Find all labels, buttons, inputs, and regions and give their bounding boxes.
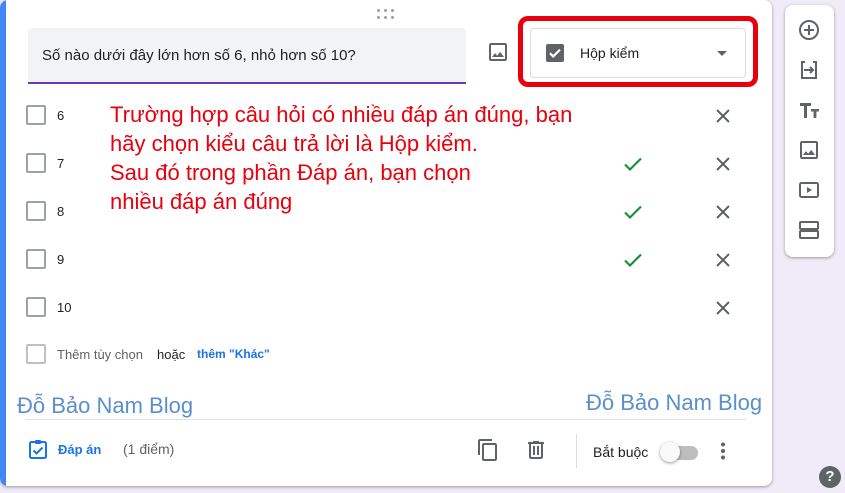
answer-key-button[interactable]: Đáp án <box>58 442 101 457</box>
add-image-icon[interactable] <box>797 138 821 162</box>
option-label[interactable]: 8 <box>57 204 64 219</box>
annotation-line: Trường hợp câu hỏi có nhiều đáp án đúng,… <box>110 102 573 127</box>
add-option-input[interactable]: Thêm tùy chọn <box>57 347 143 362</box>
highlight-box <box>518 16 758 87</box>
option-checkbox <box>26 344 46 364</box>
annotation-line: Sau đó trong phần Đáp án, bạn chọn <box>110 160 471 185</box>
more-vert-icon[interactable] <box>712 440 734 462</box>
footer-vertical-divider <box>576 434 577 468</box>
option-label[interactable]: 6 <box>57 108 64 123</box>
option-checkbox[interactable] <box>26 297 46 317</box>
tutorial-annotation: Trường hợp câu hỏi có nhiều đáp án đúng,… <box>110 100 572 216</box>
watermark-left: Đỗ Bảo Nam Blog <box>17 393 194 418</box>
close-icon[interactable] <box>712 201 734 223</box>
correct-check-icon <box>622 153 644 175</box>
add-image-icon[interactable] <box>486 40 510 64</box>
add-video-icon[interactable] <box>797 178 821 202</box>
option-label[interactable]: 9 <box>57 252 64 267</box>
add-title-icon[interactable] <box>797 98 821 122</box>
option-label[interactable]: 7 <box>57 156 64 171</box>
add-question-icon[interactable] <box>797 18 821 42</box>
duplicate-icon[interactable] <box>476 438 500 462</box>
add-option-row: Thêm tùy chọn hoặc thêm "Khác" <box>26 344 426 366</box>
drag-handle-icon[interactable] <box>377 9 397 21</box>
points-label: (1 điểm) <box>123 441 175 457</box>
question-title-input[interactable]: Số nào dưới đây lớn hơn số 6, nhỏ hơn số… <box>28 28 466 84</box>
delete-icon[interactable] <box>524 438 548 462</box>
add-section-icon[interactable] <box>797 218 821 242</box>
add-other-link[interactable]: thêm "Khác" <box>197 347 270 361</box>
annotation-line: nhiều đáp án đúng <box>110 189 293 214</box>
question-card[interactable]: Số nào dưới đây lớn hơn số 6, nhỏ hơn số… <box>0 0 772 486</box>
correct-check-icon <box>622 249 644 271</box>
side-toolbar <box>785 5 834 257</box>
option-row: 9 <box>26 249 746 271</box>
annotation-line: hãy chọn kiểu câu trả lời là Hộp kiểm. <box>110 131 478 156</box>
option-checkbox[interactable] <box>26 249 46 269</box>
card-active-accent <box>0 0 6 486</box>
correct-check-icon <box>622 201 644 223</box>
footer-divider <box>26 419 746 420</box>
option-checkbox[interactable] <box>26 153 46 173</box>
close-icon[interactable] <box>712 105 734 127</box>
question-title-text[interactable]: Số nào dưới đây lớn hơn số 6, nhỏ hơn số… <box>42 47 356 64</box>
option-checkbox[interactable] <box>26 201 46 221</box>
help-icon[interactable]: ? <box>819 466 841 488</box>
option-row: 10 <box>26 297 746 319</box>
or-text: hoặc <box>157 347 186 362</box>
close-icon[interactable] <box>712 153 734 175</box>
required-label: Bắt buộc <box>593 444 649 460</box>
close-icon[interactable] <box>712 297 734 319</box>
option-checkbox[interactable] <box>26 105 46 125</box>
close-icon[interactable] <box>712 249 734 271</box>
import-questions-icon[interactable] <box>797 58 821 82</box>
option-label[interactable]: 10 <box>57 300 71 315</box>
answer-key-icon[interactable] <box>27 438 49 460</box>
required-toggle-thumb[interactable] <box>660 442 680 462</box>
watermark-right: Đỗ Bảo Nam Blog <box>586 390 763 415</box>
